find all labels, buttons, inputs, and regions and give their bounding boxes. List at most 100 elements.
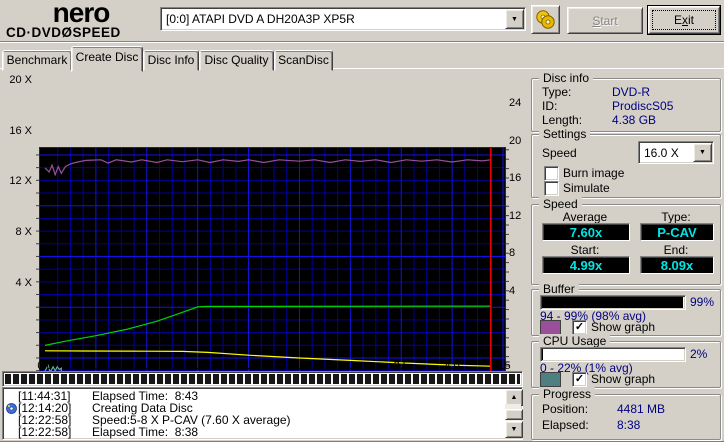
burn-progress-bar: [2, 371, 523, 387]
toolbar-separator: [0, 41, 724, 43]
buffer-title: Buffer: [539, 282, 579, 296]
log-timestamp: [12:22:58]: [18, 425, 72, 439]
eject-discs-button[interactable]: [531, 5, 560, 34]
burn-image-checkbox[interactable]: [544, 166, 559, 181]
write-speed-chart: 20 X 16 X 12 X8 X4 X 24 20 16 12 8 4 0.0 0.5 1.0 1.5…: [0, 70, 528, 429]
end-speed-display: 8.09x: [640, 256, 714, 274]
speed-select-dropdown-button[interactable]: ▼: [693, 143, 712, 162]
speed-select-value: 16.0 X: [644, 145, 679, 160]
buffer-meter-fill: [542, 297, 683, 308]
disc-info-title: Disc info: [539, 71, 594, 85]
disc-type-label: Type:: [542, 85, 572, 99]
start-label: Start:: [570, 243, 600, 257]
disc-length-value: 4.38 GB: [612, 113, 657, 127]
right-axis-tick: 20: [509, 134, 522, 147]
log-text: Elapsed Time: 8:38: [92, 425, 199, 439]
settings-title: Settings: [539, 127, 591, 141]
tab-scandisc[interactable]: ScanDisc: [274, 50, 333, 71]
right-axis-tick: 24: [509, 97, 522, 109]
nero-cd-dvd-speed-window: nero CD·DVDØSPEED [0:0] ATAPI DVD A DH20…: [0, 0, 724, 442]
progress-title: Progress: [539, 387, 596, 401]
disc-info-group: Disc info Type: DVD-R ID: ProdiscS05 Len…: [531, 71, 721, 132]
focus-rect: [652, 10, 716, 30]
cpu-show-graph-checkbox[interactable]: ✓: [572, 372, 587, 387]
right-axis-tick: 16: [509, 172, 522, 185]
start-speed-display: 4.99x: [542, 256, 630, 274]
tab-disc-info[interactable]: Disc Info: [143, 50, 199, 71]
left-axis-tick: 4 X: [15, 276, 32, 289]
speed-label: Speed: [542, 146, 577, 160]
type-label: Type:: [661, 210, 691, 224]
scrollbar-thumb[interactable]: [505, 409, 523, 420]
write-type-display: P-CAV: [640, 223, 714, 241]
arrow-up-icon: ▲: [510, 394, 518, 401]
tab-benchmark[interactable]: Benchmark: [2, 50, 72, 71]
log-scrollbar[interactable]: ▲ ▼: [505, 389, 523, 438]
start-button[interactable]: Start: [567, 7, 643, 34]
start-button-label: Start: [592, 13, 618, 28]
drive-select[interactable]: [0:0] ATAPI DVD A DH20A3P XP5R ▼: [160, 7, 526, 31]
buffer-show-graph-label: Show graph: [591, 320, 656, 334]
left-axis-tick: 16 X: [9, 124, 32, 137]
tab-disc-quality[interactable]: Disc Quality: [199, 50, 274, 71]
right-axis-tick: 12: [509, 209, 522, 222]
log-row: [12:22:58] Elapsed Time: 8:38: [5, 426, 502, 438]
settings-group: Settings Speed 16.0 X ▼ Burn image Simul…: [531, 127, 721, 198]
nero-logo: nero CD·DVDØSPEED: [6, 0, 156, 40]
cpu-meter-fill: [542, 349, 543, 360]
average-label: Average: [562, 210, 608, 224]
buffer-meter: [540, 295, 686, 310]
disc-length-label: Length:: [542, 113, 583, 127]
elapsed-label: Elapsed:: [542, 418, 589, 432]
left-axis-tick: 20 X: [9, 73, 32, 86]
position-value: 4481 MB: [617, 402, 666, 416]
discs-icon: [536, 10, 555, 29]
exit-button[interactable]: Exit: [647, 5, 721, 35]
end-label: End:: [663, 243, 689, 257]
chevron-down-icon: ▼: [699, 149, 706, 156]
buffer-group: Buffer 99% 94 - 99% (98% avg) ✓ Show gra…: [531, 282, 721, 336]
nero-product-text: CD·DVDØSPEED: [6, 25, 121, 40]
simulate-checkbox[interactable]: [544, 181, 559, 196]
speed-title: Speed: [539, 197, 582, 211]
arrow-down-icon: ▼: [510, 426, 518, 433]
tab-create-disc[interactable]: Create Disc: [71, 46, 143, 72]
disc-id-label: ID:: [542, 99, 558, 113]
event-log-rows: [11:44:31] Elapsed Time: 8:43 [12:14:20]…: [5, 390, 502, 438]
buffer-color-swatch: [540, 320, 561, 335]
log-icon-cell: [5, 426, 18, 438]
event-log[interactable]: [11:44:31] Elapsed Time: 8:43 [12:14:20]…: [2, 387, 523, 440]
right-axis-tick: 8: [509, 247, 516, 260]
cpu-percent: 2%: [690, 347, 708, 361]
progress-group: Progress Position: 4481 MB Elapsed: 8:38: [531, 387, 721, 440]
cpu-title: CPU Usage: [539, 334, 611, 348]
cpu-usage-group: CPU Usage 2% 0 - 22% (1% avg) ✓ Show gra…: [531, 334, 721, 388]
drive-select-dropdown-button[interactable]: ▼: [505, 9, 524, 29]
position-label: Position:: [542, 402, 589, 416]
disc-icon: [5, 402, 18, 414]
speed-group: Speed Average Type: 7.60x P-CAV Start: E…: [531, 197, 721, 285]
disc-glyph: Ø: [61, 25, 73, 40]
scroll-down-button[interactable]: ▼: [505, 421, 523, 438]
elapsed-value: 8:38: [617, 418, 641, 432]
left-axis-tick: 12 X: [9, 175, 32, 188]
log-row: [11:44:31] Elapsed Time: 8:43: [5, 390, 502, 402]
chevron-down-icon: ▼: [511, 15, 518, 23]
cpu-color-swatch: [540, 372, 561, 387]
disc-type-value: DVD-R: [612, 85, 650, 99]
nero-brand-text: nero: [52, 0, 111, 28]
buffer-percent: 99%: [690, 295, 715, 309]
log-row: [12:22:58] Speed:5-8 X P-CAV (7.60 X ave…: [5, 414, 502, 426]
drive-select-value: [0:0] ATAPI DVD A DH20A3P XP5R: [166, 12, 355, 26]
log-icon-cell: [5, 414, 18, 426]
speed-select[interactable]: 16.0 X ▼: [638, 141, 714, 164]
series-buffer-level: [44, 159, 491, 177]
cpu-meter: [540, 347, 686, 362]
right-axis-tick: 4: [509, 285, 516, 297]
average-speed-display: 7.60x: [542, 223, 630, 241]
burn-progress-fill: [5, 374, 520, 384]
cpu-show-graph-label: Show graph: [591, 372, 656, 386]
log-icon-cell: [5, 390, 18, 402]
series-rotation-speed: [44, 350, 491, 367]
buffer-show-graph-checkbox[interactable]: ✓: [572, 320, 587, 335]
